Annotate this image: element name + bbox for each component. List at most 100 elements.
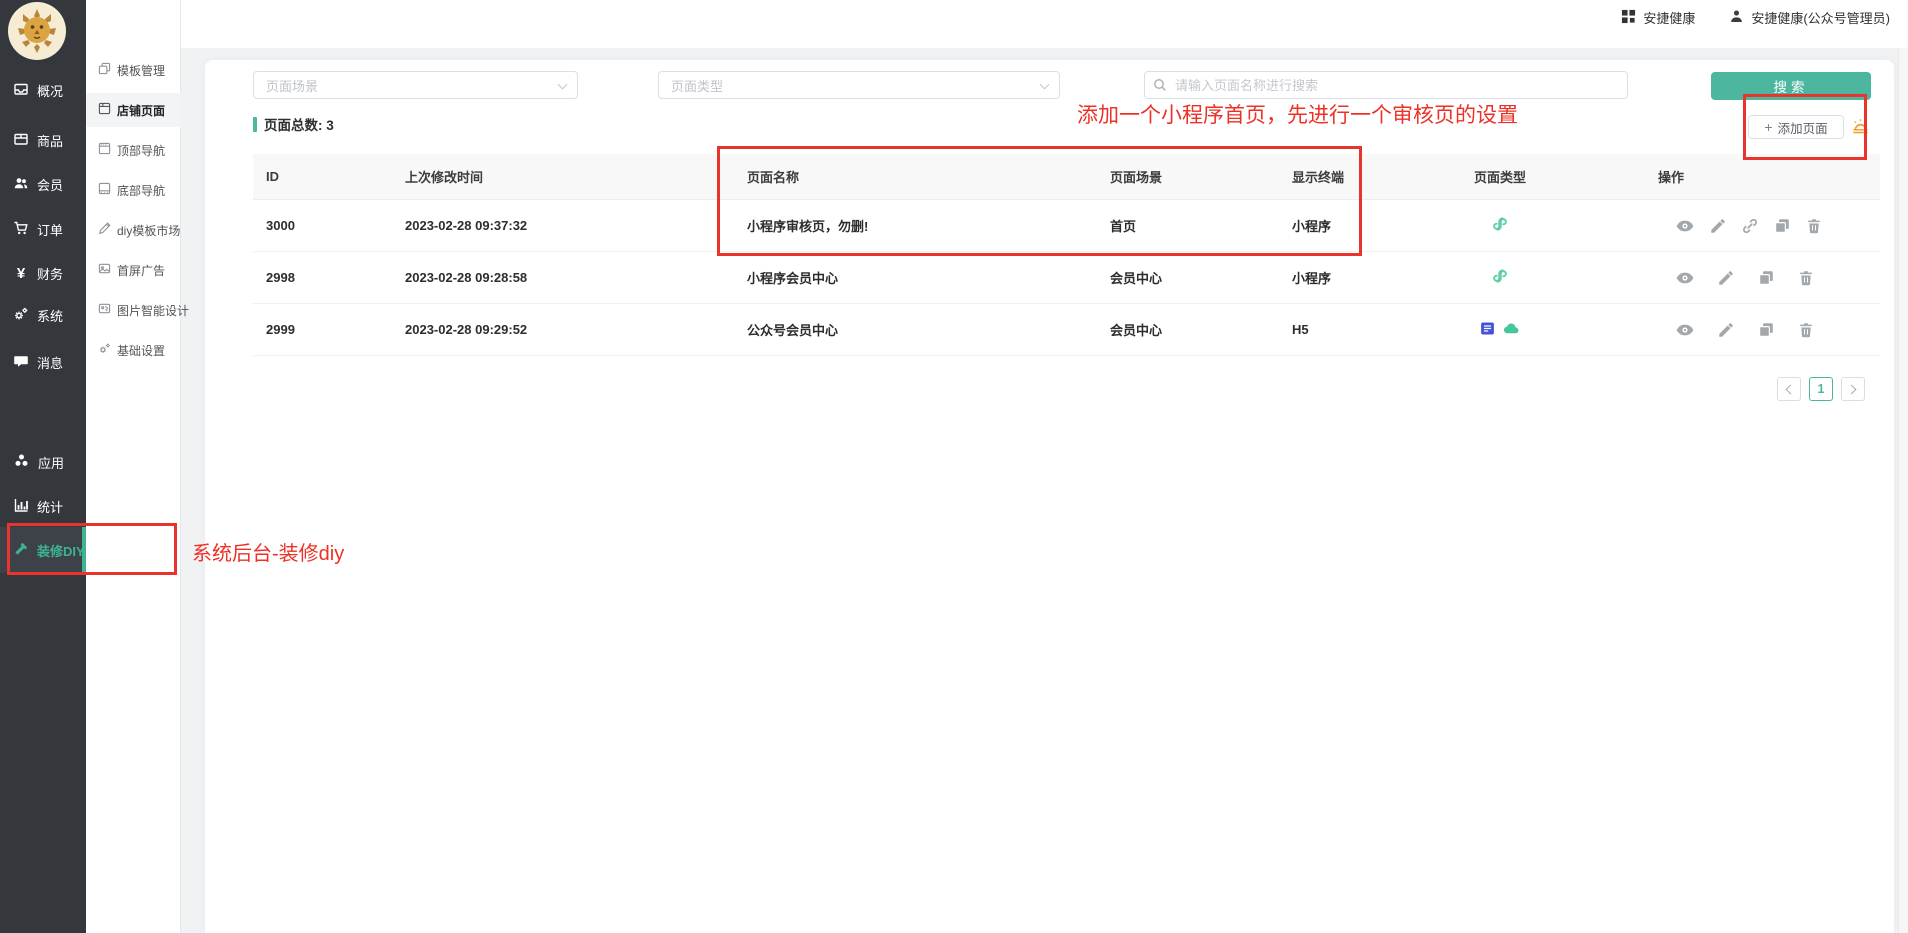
sidebar-item-system[interactable]: 系统 bbox=[0, 295, 86, 335]
col-header-scene: 页面场景 bbox=[1097, 167, 1279, 186]
edit-icon[interactable] bbox=[1717, 321, 1735, 339]
prev-page-button[interactable] bbox=[1777, 377, 1801, 401]
sidebar-item-goods[interactable]: 商品 bbox=[0, 120, 86, 160]
search-button[interactable]: 搜索 bbox=[1711, 72, 1871, 100]
top-header: 安捷健康 安捷健康(公众号管理员) bbox=[86, 0, 1908, 48]
sidebar-item-stats[interactable]: 统计 bbox=[0, 486, 86, 526]
cell-scene: 首页 bbox=[1097, 216, 1279, 235]
apps-icon bbox=[13, 452, 30, 472]
table-row: 3000 2023-02-28 09:37:32 小程序审核页，勿删! 首页 小… bbox=[253, 200, 1880, 252]
submenu-item-shop-pages[interactable]: 店铺页面 bbox=[86, 93, 181, 127]
image-design-icon bbox=[98, 302, 111, 318]
page-scene-select[interactable]: 页面场景 bbox=[253, 71, 578, 99]
members-icon bbox=[13, 175, 29, 194]
cell-modified: 2023-02-28 09:28:58 bbox=[392, 270, 734, 285]
cell-scene: 会员中心 bbox=[1097, 320, 1279, 339]
submenu-item-bottom-nav[interactable]: 底部导航 bbox=[86, 173, 181, 207]
templates-icon bbox=[98, 62, 111, 78]
app-grid-icon bbox=[1621, 9, 1636, 27]
cell-modified: 2023-02-28 09:37:32 bbox=[392, 218, 734, 233]
col-header-id: ID bbox=[253, 169, 392, 184]
cell-terminal: 小程序 bbox=[1279, 268, 1420, 287]
sidebar-item-overview[interactable]: 概况 bbox=[0, 70, 86, 110]
workspace-switcher[interactable]: 安捷健康 bbox=[1621, 8, 1695, 27]
user-menu[interactable]: 安捷健康(公众号管理员) bbox=[1729, 8, 1890, 27]
cloud-icon bbox=[1502, 319, 1521, 341]
submenu-item-basic-settings[interactable]: 基础设置 bbox=[86, 333, 181, 367]
stats-icon bbox=[13, 497, 29, 516]
app-window: 安捷健康 安捷健康(公众号管理员) bbox=[0, 0, 1908, 933]
submenu-item-top-nav[interactable]: 顶部导航 bbox=[86, 133, 181, 167]
table-row: 2999 2023-02-28 09:29:52 公众号会员中心 会员中心 H5 bbox=[253, 304, 1880, 356]
sidebar-item-members[interactable]: 会员 bbox=[0, 164, 86, 204]
delete-icon[interactable] bbox=[1797, 269, 1815, 287]
col-header-actions: 操作 bbox=[1580, 167, 1880, 186]
copy-icon[interactable] bbox=[1757, 321, 1775, 339]
page-number-button[interactable]: 1 bbox=[1809, 377, 1833, 401]
annotation-note-bottom: 系统后台-装修diy bbox=[192, 537, 344, 566]
chevron-left-icon bbox=[1786, 384, 1796, 394]
cell-id: 3000 bbox=[253, 218, 392, 233]
sidebar-item-apps[interactable]: 应用 bbox=[0, 442, 86, 482]
bottom-nav-icon bbox=[98, 182, 111, 198]
copy-icon[interactable] bbox=[1773, 217, 1791, 235]
cell-id: 2998 bbox=[253, 270, 392, 285]
cell-name: 小程序会员中心 bbox=[734, 268, 1097, 287]
finance-icon: ¥ bbox=[13, 265, 29, 282]
view-icon[interactable] bbox=[1675, 216, 1695, 236]
alert-siren-icon[interactable] bbox=[1851, 117, 1870, 141]
search-icon bbox=[1153, 78, 1167, 97]
view-icon[interactable] bbox=[1675, 268, 1695, 288]
cell-terminal: H5 bbox=[1279, 322, 1420, 337]
col-header-terminal: 显示终端 bbox=[1279, 167, 1420, 186]
sidebar-item-messages[interactable]: 消息 bbox=[0, 342, 86, 382]
shop-page-icon bbox=[98, 102, 111, 118]
brand-logo[interactable] bbox=[8, 2, 66, 60]
vertical-scrollbar[interactable] bbox=[1898, 48, 1908, 933]
sidebar-item-finance[interactable]: ¥ 财务 bbox=[0, 253, 86, 293]
delete-icon[interactable] bbox=[1797, 321, 1815, 339]
workspace-label: 安捷健康 bbox=[1643, 8, 1695, 27]
summary-accent-bar bbox=[253, 117, 257, 132]
user-label: 安捷健康(公众号管理员) bbox=[1751, 8, 1890, 27]
submenu-item-template-manage[interactable]: 模板管理 bbox=[86, 53, 181, 87]
next-page-button[interactable] bbox=[1841, 377, 1865, 401]
sidebar-item-orders[interactable]: 订单 bbox=[0, 209, 86, 249]
page-panel: 页面场景 页面类型 搜索 + 添加页面 页面总数: 3 ID bbox=[205, 60, 1894, 933]
cell-name: 小程序审核页，勿删! bbox=[734, 216, 1097, 235]
user-icon bbox=[1729, 9, 1744, 27]
cell-terminal: 小程序 bbox=[1279, 216, 1420, 235]
miniprogram-icon bbox=[1491, 267, 1509, 288]
table-header-row: ID 上次修改时间 页面名称 页面场景 显示终端 页面类型 操作 bbox=[253, 154, 1880, 200]
view-icon[interactable] bbox=[1675, 320, 1695, 340]
edit-icon[interactable] bbox=[1717, 269, 1735, 287]
miniprogram-icon bbox=[1491, 215, 1509, 236]
total-summary: 页面总数: 3 bbox=[253, 114, 334, 134]
plus-icon: + bbox=[1764, 119, 1772, 135]
cell-type bbox=[1420, 267, 1580, 288]
submenu-item-smart-image[interactable]: 图片智能设计 bbox=[86, 293, 181, 327]
cell-type bbox=[1420, 215, 1580, 236]
overview-icon bbox=[13, 81, 29, 100]
diy-hammer-icon bbox=[13, 541, 29, 560]
search-input[interactable] bbox=[1144, 71, 1628, 99]
secondary-sidebar: 模板管理 店铺页面 顶部导航 底部导航 diy模板市场 首屏广告 图片智能设计 bbox=[86, 0, 181, 933]
cell-type bbox=[1420, 319, 1580, 341]
edit-icon[interactable] bbox=[1709, 217, 1727, 235]
submenu-item-diy-market[interactable]: diy模板市场 bbox=[86, 213, 181, 247]
cell-modified: 2023-02-28 09:29:52 bbox=[392, 322, 734, 337]
cell-actions bbox=[1580, 268, 1880, 288]
col-header-name: 页面名称 bbox=[734, 167, 1097, 186]
add-page-button[interactable]: + 添加页面 bbox=[1748, 115, 1844, 139]
system-icon bbox=[13, 306, 29, 325]
link-icon[interactable] bbox=[1741, 217, 1759, 235]
submenu-item-splash-ad[interactable]: 首屏广告 bbox=[86, 253, 181, 287]
ad-banner-icon bbox=[98, 262, 111, 278]
page-type-select[interactable]: 页面类型 bbox=[658, 71, 1060, 99]
copy-icon[interactable] bbox=[1757, 269, 1775, 287]
chevron-right-icon bbox=[1847, 384, 1857, 394]
sidebar-item-diy[interactable]: 装修DIY bbox=[0, 527, 86, 573]
delete-icon[interactable] bbox=[1805, 217, 1823, 235]
goods-icon bbox=[13, 131, 29, 150]
h5-page-icon bbox=[1479, 320, 1496, 340]
